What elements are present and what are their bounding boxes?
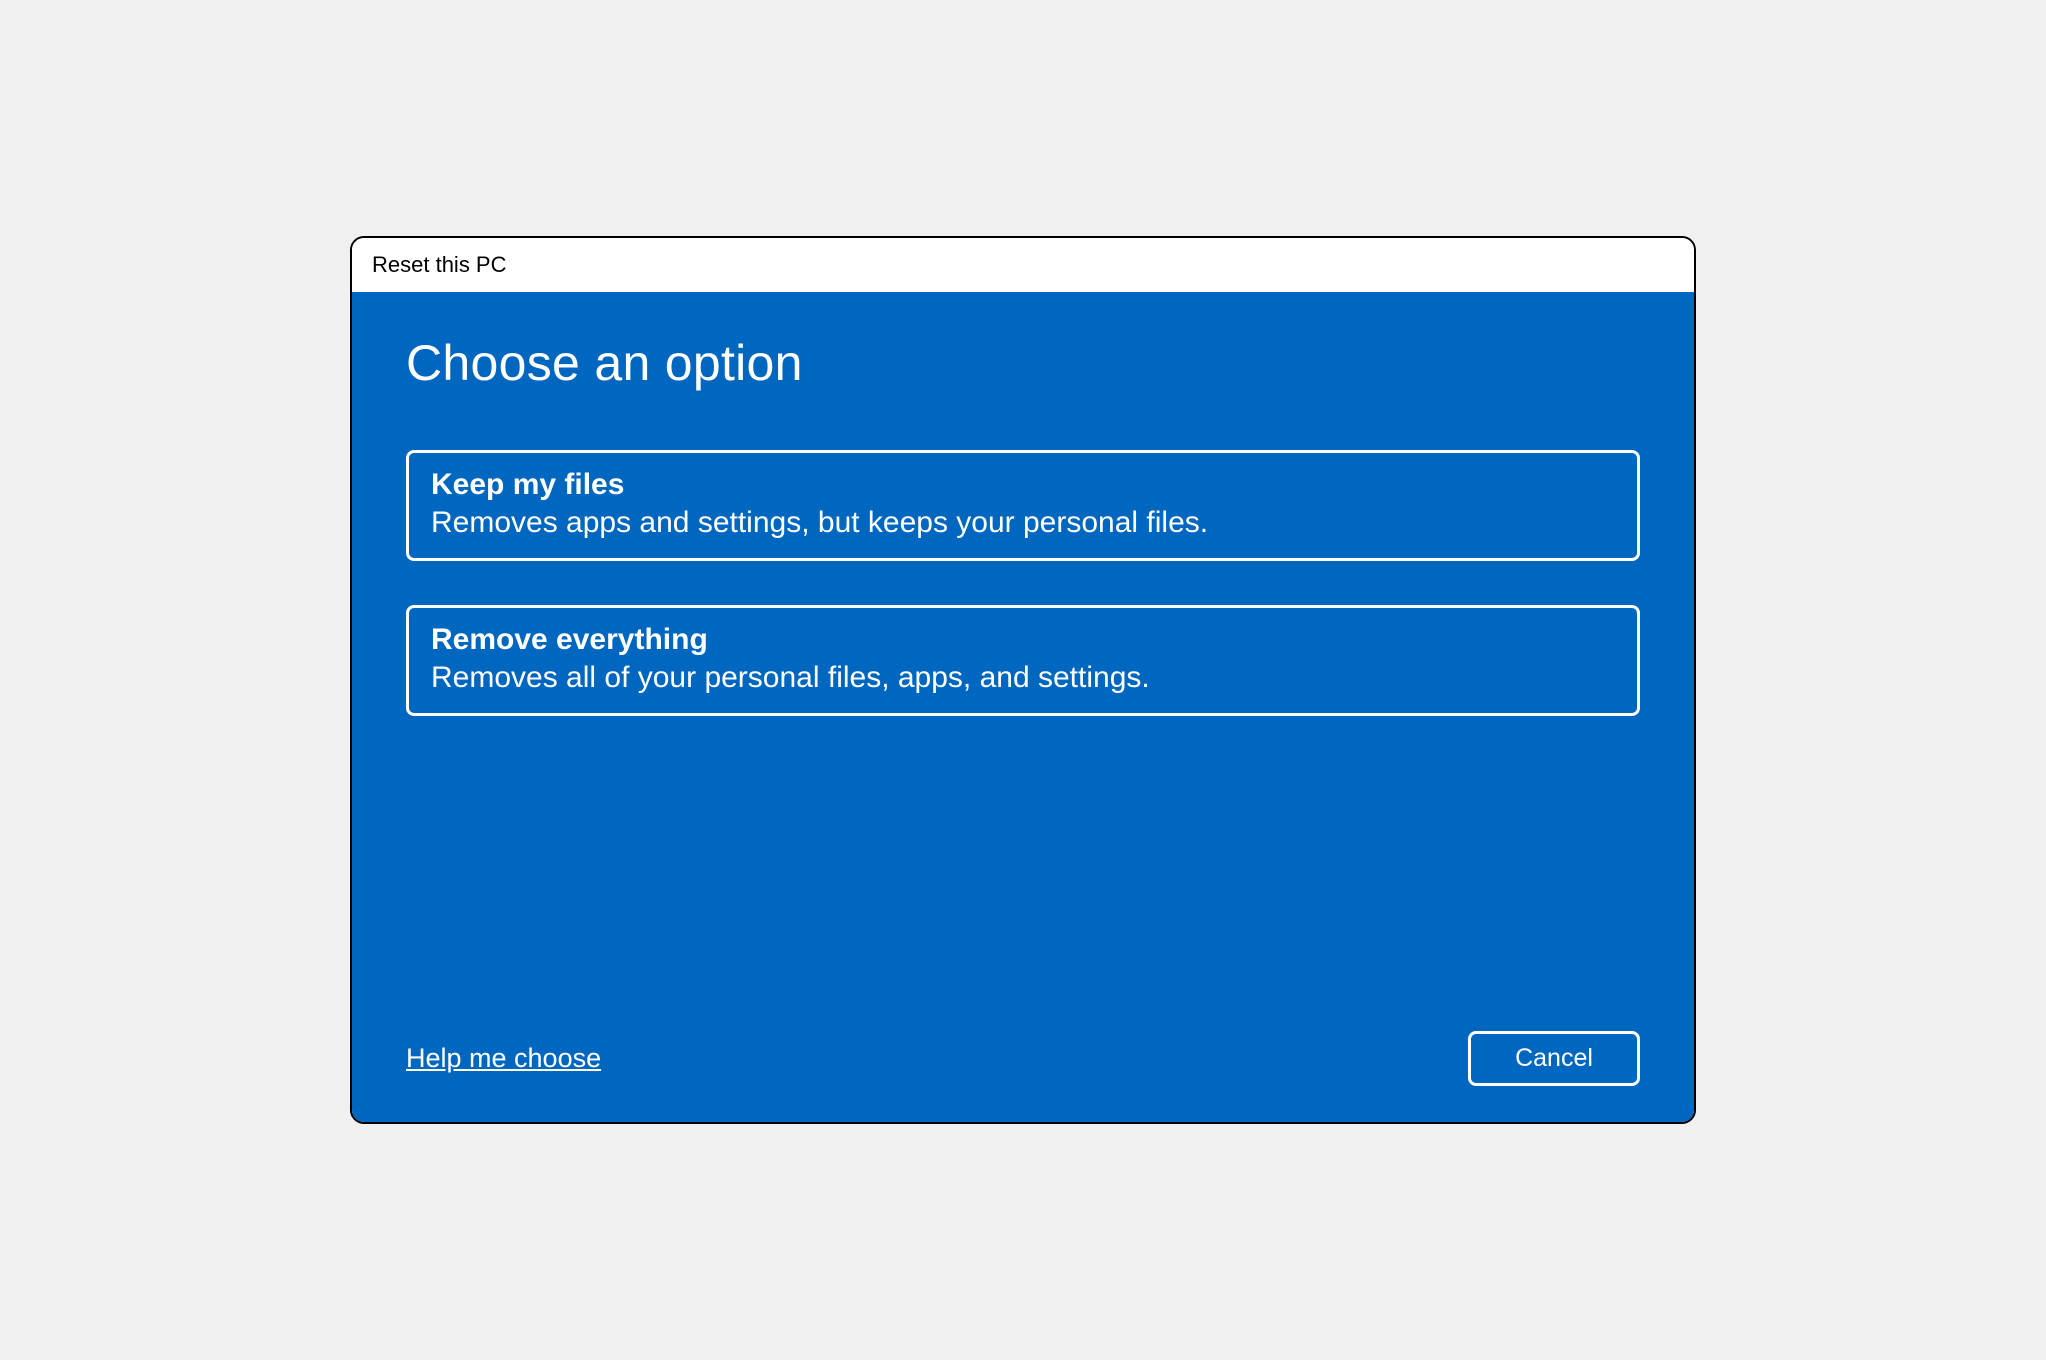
option-title: Keep my files (431, 468, 1615, 502)
titlebar: Reset this PC (352, 238, 1694, 292)
option-remove-everything[interactable]: Remove everything Removes all of your pe… (406, 605, 1640, 716)
dialog-footer: Help me choose Cancel (406, 1031, 1640, 1092)
window-title: Reset this PC (372, 252, 507, 278)
page-heading: Choose an option (406, 334, 1640, 392)
reset-pc-dialog: Reset this PC Choose an option Keep my f… (350, 236, 1696, 1124)
dialog-content: Choose an option Keep my files Removes a… (352, 292, 1694, 1122)
cancel-button[interactable]: Cancel (1468, 1031, 1640, 1086)
help-me-choose-link[interactable]: Help me choose (406, 1043, 601, 1074)
options-list: Keep my files Removes apps and settings,… (406, 450, 1640, 716)
option-description: Removes apps and settings, but keeps you… (431, 506, 1615, 540)
option-keep-my-files[interactable]: Keep my files Removes apps and settings,… (406, 450, 1640, 561)
option-title: Remove everything (431, 623, 1615, 657)
option-description: Removes all of your personal files, apps… (431, 661, 1615, 695)
